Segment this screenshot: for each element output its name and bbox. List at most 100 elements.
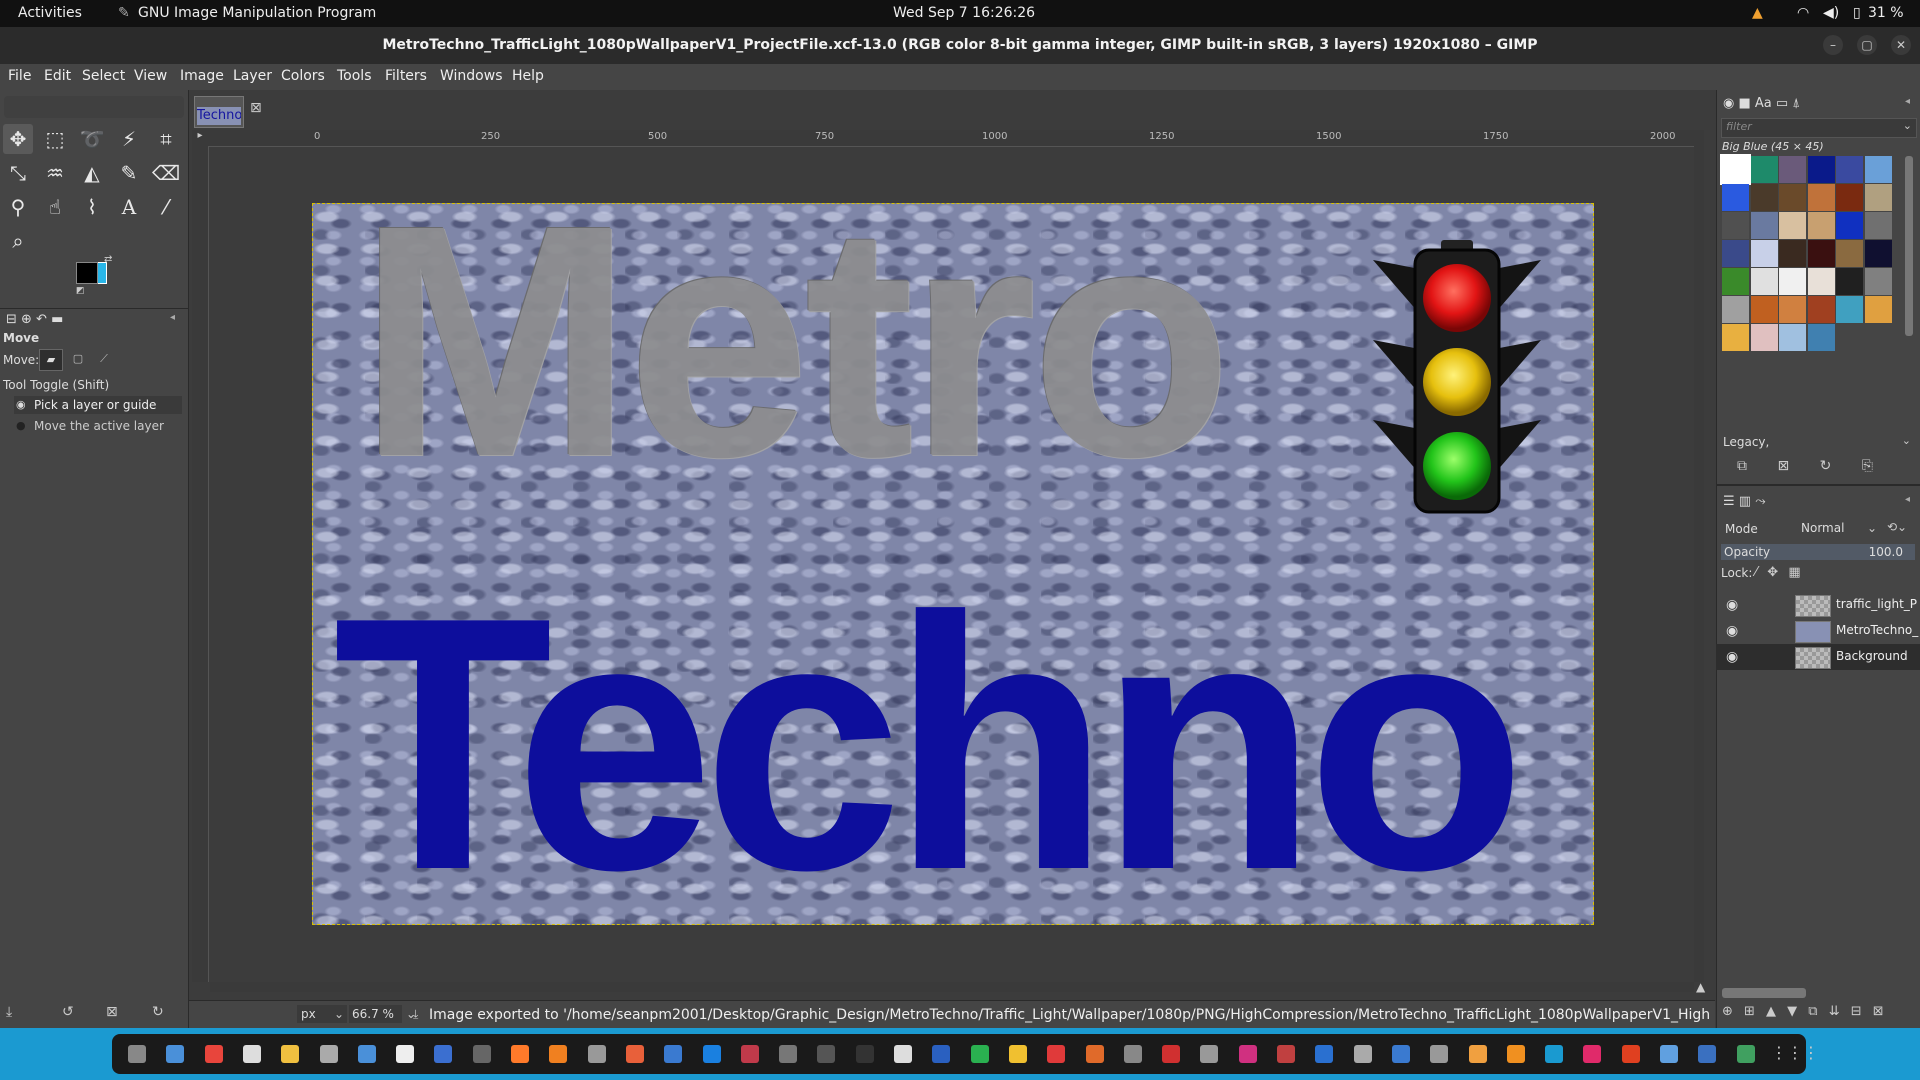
- pattern-swatch[interactable]: [1836, 212, 1863, 239]
- taskbar-app-icon[interactable]: [166, 1045, 185, 1063]
- pattern-scrollbar[interactable]: [1905, 156, 1913, 336]
- pattern-swatch[interactable]: [1779, 296, 1806, 323]
- taskbar-app-icon[interactable]: [779, 1045, 798, 1063]
- taskbar-app-icon[interactable]: [1506, 1045, 1525, 1063]
- pattern-swatch[interactable]: [1750, 240, 1778, 267]
- chevron-down-icon[interactable]: ⌄: [1867, 518, 1877, 538]
- save-tool-preset-icon[interactable]: ⤓: [6, 1004, 12, 1020]
- menu-colors[interactable]: Colors: [281, 68, 325, 84]
- layer-row-traffic-light[interactable]: ◉ traffic_light_P: [1716, 592, 1920, 618]
- taskbar-app-icon[interactable]: [740, 1045, 759, 1063]
- fuzzy-select-tool-icon[interactable]: ⚡: [114, 124, 144, 154]
- move-layer-mode-button[interactable]: ▰: [39, 349, 63, 371]
- move-active-layer-option[interactable]: ● Move the active layer: [14, 417, 182, 435]
- taskbar-app-icon[interactable]: [1047, 1045, 1066, 1063]
- pattern-swatch[interactable]: [1807, 184, 1835, 211]
- dock-menu-icon[interactable]: ◂: [1905, 96, 1910, 107]
- taskbar-app-icon[interactable]: [319, 1045, 338, 1063]
- pattern-tag-input[interactable]: Legacy,: [1723, 435, 1769, 449]
- update-warning-icon[interactable]: ▲: [1752, 5, 1763, 21]
- pattern-swatch[interactable]: [1722, 212, 1749, 239]
- taskbar-app-icon[interactable]: [1277, 1045, 1295, 1063]
- pattern-swatch[interactable]: [1807, 156, 1835, 183]
- eye-icon[interactable]: ◉: [1726, 623, 1738, 639]
- pattern-swatch[interactable]: [1864, 212, 1892, 239]
- restore-tool-preset-icon[interactable]: ↺: [62, 1004, 74, 1020]
- chevron-down-icon[interactable]: ⌄: [1903, 119, 1912, 132]
- zoom-tool-icon[interactable]: ⌕: [3, 226, 33, 256]
- rect-select-tool-icon[interactable]: ⬚: [40, 124, 70, 154]
- warp-tool-icon[interactable]: ♒: [40, 158, 70, 188]
- pattern-swatch[interactable]: [1722, 184, 1749, 211]
- taskbar-app-icon[interactable]: [1660, 1045, 1678, 1063]
- bucket-fill-tool-icon[interactable]: ◭: [77, 158, 107, 188]
- radio-selected-icon[interactable]: ◉: [16, 398, 26, 411]
- pattern-swatch[interactable]: [1779, 324, 1806, 351]
- taskbar-app-icon[interactable]: [1353, 1045, 1372, 1063]
- taskbar-app-icon[interactable]: [855, 1045, 874, 1063]
- layer-name[interactable]: traffic_light_P: [1836, 597, 1920, 611]
- battery-icon[interactable]: ▯: [1853, 5, 1861, 21]
- layer-row-metrotechno[interactable]: ◉ MetroTechno_: [1716, 618, 1920, 644]
- taskbar-app-icon[interactable]: [472, 1045, 491, 1063]
- pattern-swatch[interactable]: [1750, 156, 1778, 183]
- dock-menu-icon[interactable]: ◂: [170, 312, 175, 323]
- move-selection-mode-button[interactable]: ▢: [67, 349, 89, 369]
- close-tab-icon[interactable]: ⊠: [250, 100, 262, 116]
- pattern-swatch[interactable]: [1864, 240, 1892, 267]
- taskbar-app-icon[interactable]: [1085, 1045, 1104, 1063]
- pattern-actions[interactable]: ⧉ ⊠ ↻ ⎘: [1737, 458, 1873, 474]
- activities-button[interactable]: Activities: [18, 5, 82, 21]
- layer-row-background[interactable]: ◉ Background: [1716, 644, 1920, 670]
- clone-tool-icon[interactable]: ⚲: [3, 192, 33, 222]
- unit-select[interactable]: px: [301, 1007, 316, 1021]
- vertical-ruler[interactable]: [192, 146, 209, 982]
- horizontal-ruler[interactable]: 0 250 500 750 1000 1250 1500 1750 2000: [208, 130, 1704, 147]
- pattern-swatch[interactable]: [1750, 324, 1778, 351]
- pattern-swatch[interactable]: [1750, 268, 1778, 295]
- taskbar-app-icon[interactable]: [1391, 1045, 1410, 1063]
- taskbar-app-icon[interactable]: [1621, 1045, 1640, 1063]
- wilber-drop-area[interactable]: [4, 96, 184, 118]
- layers-scrollbar[interactable]: [1722, 988, 1806, 998]
- pattern-swatch[interactable]: [1750, 296, 1778, 323]
- minimize-button[interactable]: –: [1823, 35, 1843, 55]
- pattern-swatch[interactable]: [1807, 268, 1835, 295]
- pattern-swatch[interactable]: [1722, 268, 1749, 295]
- maximize-button[interactable]: ▢: [1857, 35, 1877, 55]
- taskbar-app-icon[interactable]: [894, 1045, 912, 1063]
- taskbar-app-icon[interactable]: [1008, 1045, 1027, 1063]
- taskbar-app-icon[interactable]: [434, 1045, 453, 1063]
- pattern-swatch[interactable]: [1807, 212, 1835, 239]
- pattern-swatch[interactable]: [1779, 268, 1806, 295]
- pattern-swatch[interactable]: [1779, 240, 1806, 267]
- swap-colors-icon[interactable]: ⇄: [104, 254, 112, 265]
- pattern-swatch[interactable]: [1807, 296, 1835, 323]
- radio-unselected-icon[interactable]: ●: [16, 419, 26, 432]
- pick-layer-option[interactable]: ◉ Pick a layer or guide: [14, 396, 182, 414]
- pattern-swatch[interactable]: [1722, 240, 1749, 267]
- move-path-mode-button[interactable]: ⟋: [93, 349, 115, 369]
- taskbar-app-icon[interactable]: [357, 1045, 376, 1063]
- menu-select[interactable]: Select: [82, 68, 125, 84]
- menu-help[interactable]: Help: [512, 68, 544, 84]
- paths-tool-icon[interactable]: ⌇: [77, 192, 107, 222]
- taskbar-app-icon[interactable]: [128, 1045, 146, 1063]
- pattern-swatch[interactable]: [1864, 184, 1892, 211]
- zoom-select[interactable]: 66.7 %: [352, 1007, 394, 1021]
- move-tool-icon[interactable]: ✥: [3, 124, 33, 154]
- mode-select[interactable]: Normal: [1801, 521, 1844, 535]
- pattern-swatch[interactable]: [1720, 154, 1751, 185]
- menu-tools[interactable]: Tools: [337, 68, 372, 84]
- taskbar-app-icon[interactable]: [1200, 1045, 1219, 1063]
- taskbar-app-icon[interactable]: [549, 1045, 568, 1063]
- taskbar-app-icon[interactable]: [511, 1045, 529, 1063]
- menu-filters[interactable]: Filters: [385, 68, 427, 84]
- taskbar-app-icon[interactable]: [664, 1045, 683, 1063]
- pattern-swatch[interactable]: [1722, 324, 1749, 351]
- mode-reset-icon[interactable]: ⟲⌄: [1887, 520, 1907, 534]
- pattern-swatch[interactable]: [1864, 268, 1892, 295]
- brushes-patterns-tabs[interactable]: ◉ ■ Aa ▭ ⍋: [1723, 96, 1800, 111]
- chevron-down-icon[interactable]: ⌄: [334, 1005, 344, 1023]
- pattern-swatch[interactable]: [1779, 156, 1806, 183]
